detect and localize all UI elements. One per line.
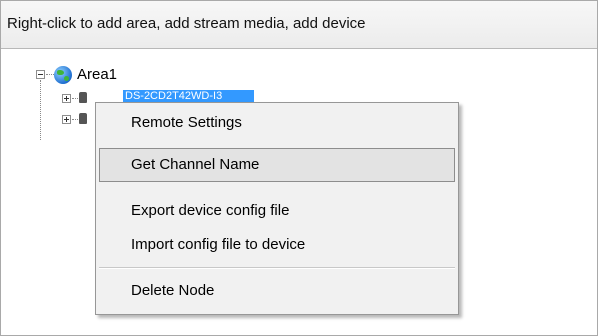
expand-icon[interactable] [62,115,71,124]
collapse-icon[interactable] [36,70,45,79]
tree-connector [46,74,54,75]
menu-item-export-config[interactable]: Export device config file [99,194,455,228]
tree-connector [72,98,78,99]
menu-item-delete-node[interactable]: Delete Node [99,274,455,308]
menu-item-get-channel-name[interactable]: Get Channel Name [99,148,455,182]
hint-bar: Right-click to add area, add stream medi… [1,1,597,49]
menu-item-import-config[interactable]: Import config file to device [99,228,455,262]
tree-connector [72,119,78,120]
expand-icon[interactable] [62,94,71,103]
menu-separator [99,267,455,269]
tree-connector [40,80,41,140]
device-icon [79,92,87,103]
hint-text: Right-click to add area, add stream medi… [7,15,366,32]
globe-icon [54,66,72,84]
device-icon [79,113,87,124]
menu-item-remote-settings[interactable]: Remote Settings [99,106,455,140]
context-menu: Remote Settings Get Channel Name Export … [95,102,459,315]
area-node-label[interactable]: Area1 [77,66,117,83]
